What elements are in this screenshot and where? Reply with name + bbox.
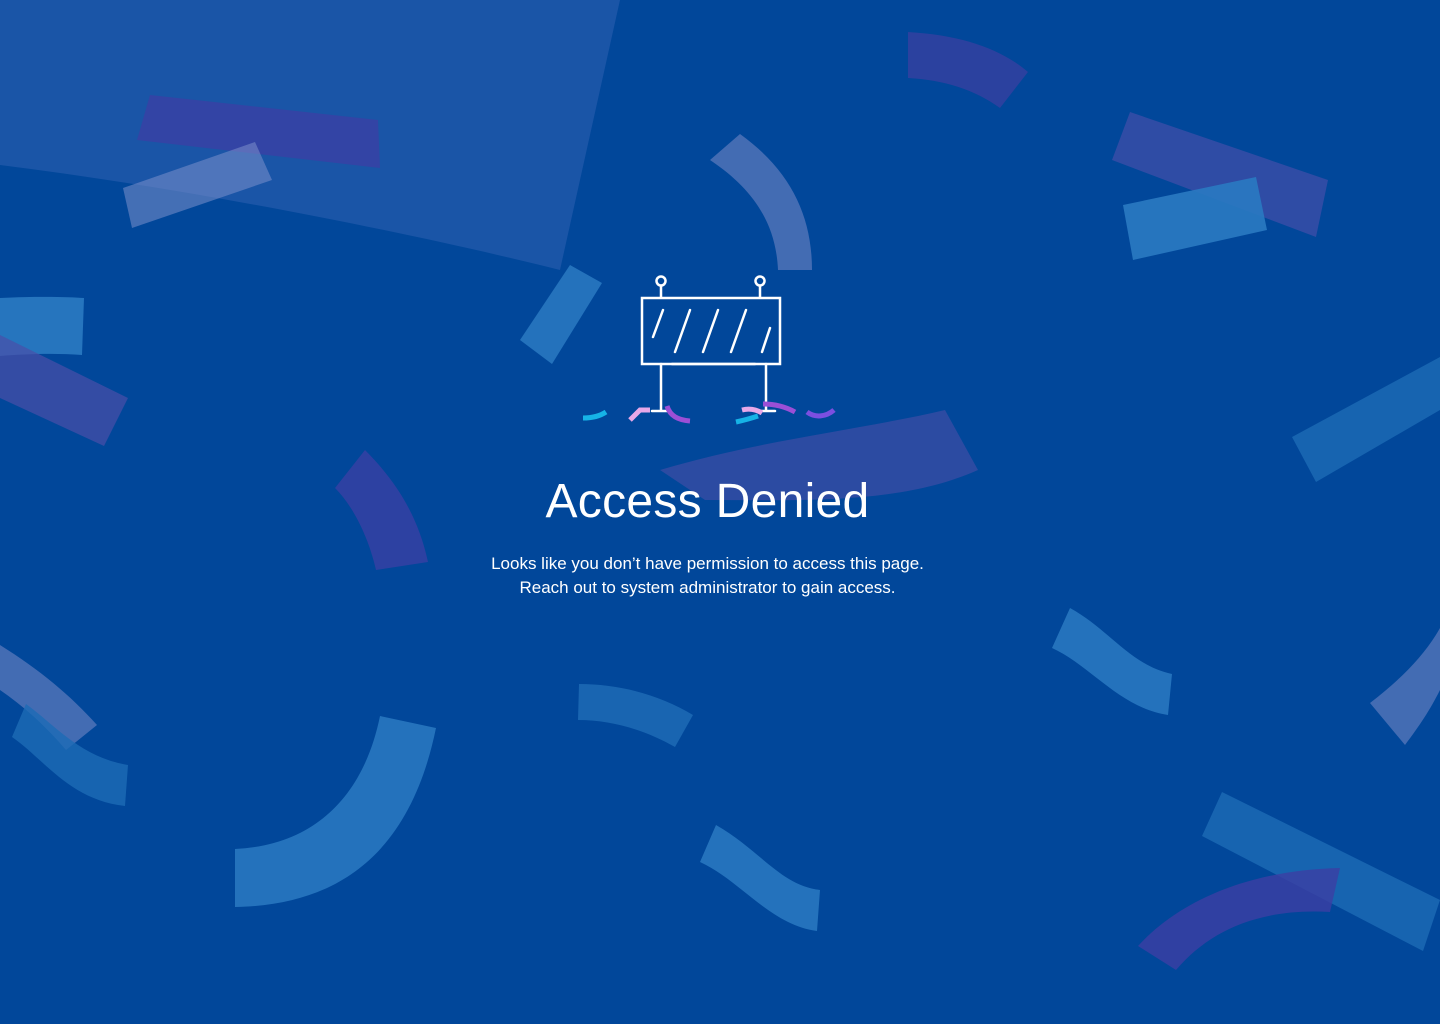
confetti-piece xyxy=(628,407,650,422)
message-line: Reach out to system administrator to gai… xyxy=(519,578,896,597)
bg-ribbon xyxy=(578,684,693,747)
bg-ribbon xyxy=(700,825,820,931)
confetti-piece xyxy=(735,413,759,425)
confetti-piece xyxy=(664,405,691,424)
confetti-piece xyxy=(805,408,836,419)
barrier-icon xyxy=(582,275,836,425)
bg-ribbon xyxy=(908,32,1028,108)
confetti-piece xyxy=(582,409,608,421)
error-message: Looks like you don’t have permission to … xyxy=(0,552,1415,600)
page-title: Access Denied xyxy=(545,475,870,528)
access-denied-page: Access Denied Looks like you don’t have … xyxy=(0,0,1440,1024)
bg-ribbon xyxy=(710,134,812,270)
bg-ribbon xyxy=(1138,868,1340,970)
bg-ribbon xyxy=(235,716,436,907)
bg-ribbon xyxy=(1292,357,1440,482)
bg-ribbon xyxy=(1370,628,1440,745)
bg-ribbon xyxy=(1052,608,1172,715)
confetti-piece xyxy=(741,406,764,416)
message-line: Looks like you don’t have permission to … xyxy=(491,554,924,573)
